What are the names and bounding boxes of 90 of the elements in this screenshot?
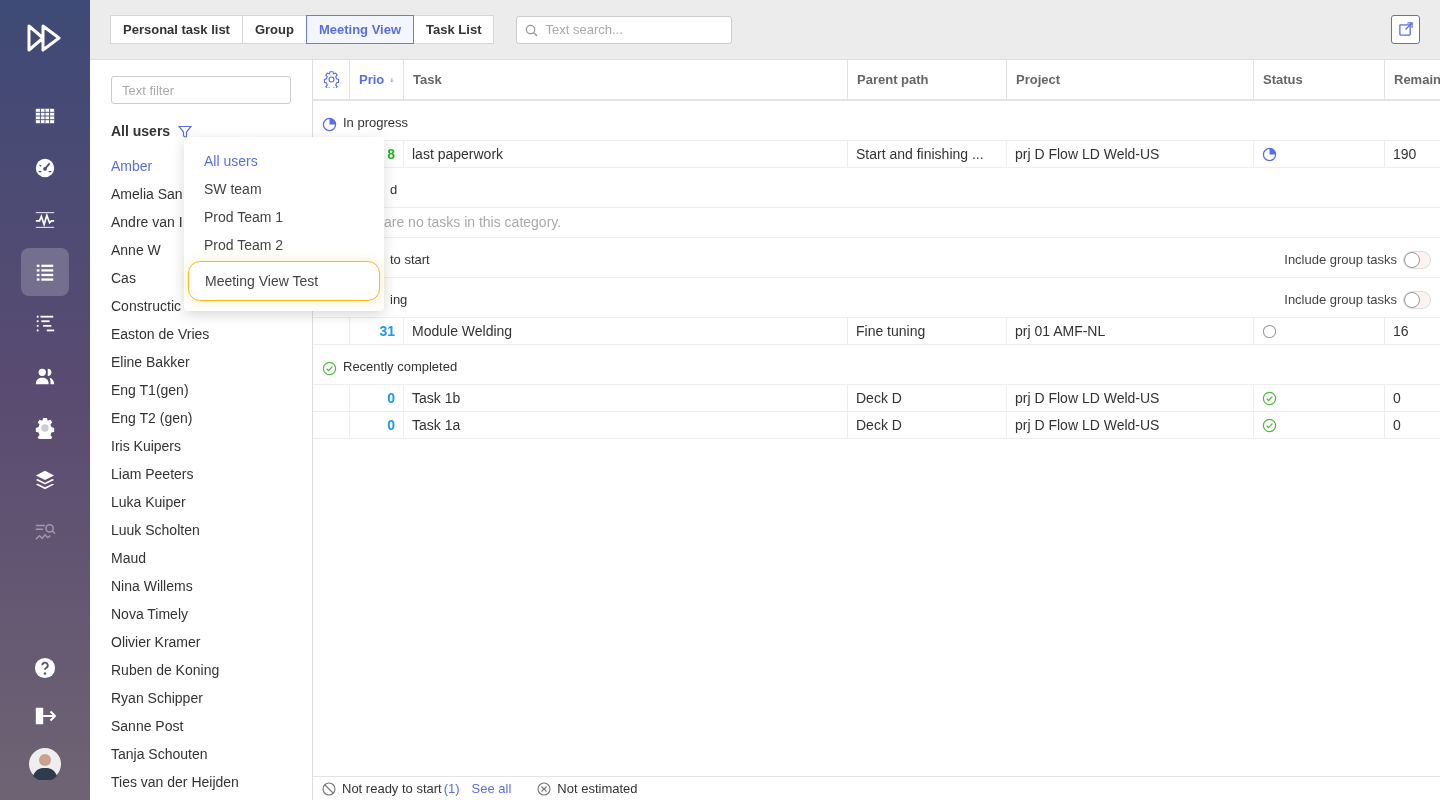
avatar-icon[interactable]: [29, 748, 61, 780]
user-item[interactable]: Nina Willems: [111, 572, 291, 600]
priority-value: 0: [387, 415, 395, 435]
toggle-label: Include group tasks: [1284, 250, 1397, 269]
nav-button[interactable]: [21, 248, 69, 296]
user-item[interactable]: Ruben de Koning: [111, 656, 291, 684]
user-item[interactable]: Olivier Kramer: [111, 628, 291, 656]
gauge-icon[interactable]: [34, 157, 56, 179]
user-item[interactable]: Eng T2 (gen): [111, 404, 291, 432]
user-item[interactable]: Iris Kuipers: [111, 432, 291, 460]
section-title: to start: [390, 250, 430, 269]
column-header[interactable]: Parent path: [857, 69, 929, 90]
user-item[interactable]: Luuk Scholten: [111, 516, 291, 544]
section-title: Recently completed: [343, 357, 458, 376]
count-label: (1): [443, 779, 460, 798]
user-item[interactable]: Tanja Schouten: [111, 740, 291, 768]
text-filter-field[interactable]: Text filter: [111, 76, 291, 104]
table-cell-text: Start and finishing ...: [856, 144, 984, 164]
table-cell-text: 16: [1393, 321, 1409, 341]
table-cell-text: 0: [1393, 388, 1401, 408]
tab[interactable]: Personal task list: [110, 15, 243, 44]
dropdown-item[interactable]: Meeting View Test: [188, 261, 380, 301]
status-label: Not estimated: [557, 779, 638, 798]
settings-icon[interactable]: [322, 71, 340, 88]
check-circle-icon: [1262, 417, 1277, 433]
table-cell-text: 0: [1393, 415, 1401, 435]
user-item[interactable]: Sanne Post: [111, 712, 291, 740]
tab[interactable]: Meeting View: [305, 15, 415, 44]
empty-message: are no tasks in this category.: [384, 213, 562, 232]
search-field[interactable]: Text search...: [516, 15, 733, 44]
prohibited-icon: [322, 781, 336, 796]
pie-icon: [322, 117, 337, 132]
table-cell-text: 190: [1393, 144, 1417, 164]
open-external-button[interactable]: [1391, 15, 1420, 44]
table-cell-text: Fine tuning: [856, 321, 926, 341]
table-cell-text: Deck D: [856, 415, 902, 435]
priority-value: 31: [379, 321, 395, 341]
table-cell-text: Task 1b: [412, 388, 461, 408]
dropdown-item[interactable]: SW team: [188, 175, 380, 203]
toggle-label: Include group tasks: [1284, 290, 1397, 309]
search-icon: [525, 23, 539, 37]
help-icon[interactable]: [34, 657, 56, 679]
toggle-switch[interactable]: [1403, 251, 1431, 269]
dropdown-item[interactable]: Prod Team 2: [188, 231, 380, 259]
toggle-switch[interactable]: [1403, 291, 1431, 309]
table-cell-text: last paperwork: [412, 144, 504, 164]
user-item[interactable]: Luka Kuiper: [111, 488, 291, 516]
section-title: d: [390, 180, 398, 199]
layers-icon[interactable]: [34, 469, 56, 491]
user-item[interactable]: Nova Timely: [111, 600, 291, 628]
table-cell-text: prj D Flow LD Weld-US: [1015, 415, 1160, 435]
logo-icon[interactable]: [27, 24, 63, 52]
section-title: In progress: [343, 113, 409, 132]
table-cell-text: prj D Flow LD Weld-US: [1015, 144, 1160, 164]
column-header[interactable]: Status: [1263, 69, 1303, 90]
status-label: Not ready to start: [342, 779, 442, 798]
column-header[interactable]: Remain: [1394, 69, 1440, 90]
pulse-icon[interactable]: [34, 209, 56, 231]
user-item[interactable]: Ryan Schipper: [111, 684, 291, 712]
logout-icon[interactable]: [34, 705, 56, 727]
user-item[interactable]: Easton de Vries: [111, 320, 291, 348]
users-heading: All users: [111, 122, 171, 141]
user-item[interactable]: Ties van der Heijden: [111, 768, 291, 796]
dropdown-item[interactable]: Prod Team 1: [188, 203, 380, 231]
check-circle-icon: [1262, 390, 1277, 406]
table-cell-text: Task 1a: [412, 415, 461, 435]
column-header[interactable]: Project: [1016, 69, 1061, 90]
table-cell-text: prj 01 AMF-NL: [1015, 321, 1106, 341]
gear-icon[interactable]: [34, 417, 56, 439]
dropdown-item[interactable]: All users: [188, 147, 380, 175]
see-all-link[interactable]: See all: [471, 778, 512, 799]
pie-icon: [1262, 146, 1277, 162]
column-header[interactable]: Task: [413, 69, 442, 90]
check-circle-icon: [322, 361, 337, 376]
empty-circle-icon: [1262, 323, 1277, 339]
section-title: ing: [390, 290, 408, 309]
column-header[interactable]: Prio: [359, 69, 385, 90]
user-item[interactable]: Eng T1(gen): [111, 376, 291, 404]
user-item[interactable]: Eline Bakker: [111, 348, 291, 376]
tab[interactable]: Task List: [413, 15, 495, 44]
table-cell-text: prj D Flow LD Weld-US: [1015, 388, 1160, 408]
filter-icon[interactable]: [178, 124, 193, 139]
user-item[interactable]: Maud: [111, 544, 291, 572]
table-cell-text: Deck D: [856, 388, 902, 408]
user-item[interactable]: Liam Peeters: [111, 460, 291, 488]
table-cell-text: Module Welding: [412, 321, 513, 341]
x-circle-icon: [537, 781, 552, 796]
external-link-icon: [1398, 22, 1413, 37]
priority-value: 0: [387, 388, 395, 408]
priority-value: 8: [387, 144, 395, 164]
